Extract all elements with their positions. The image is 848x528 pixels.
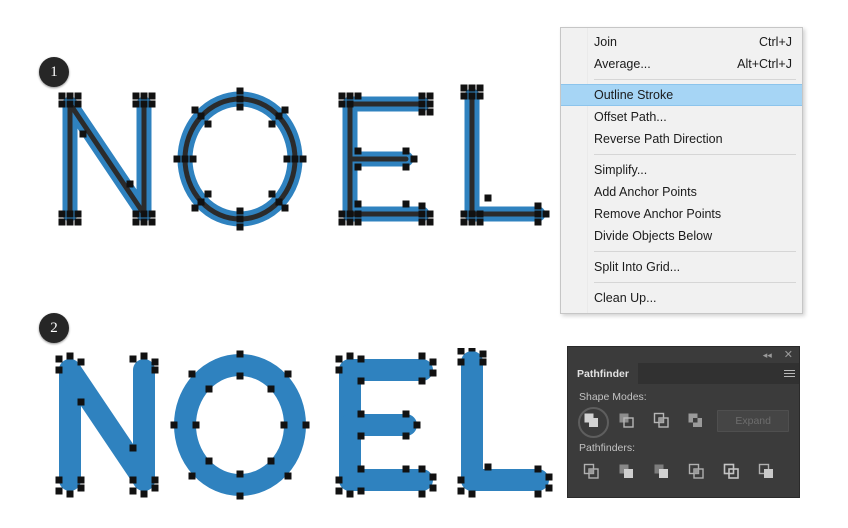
expand-button-label: Expand (735, 414, 771, 427)
pathfinders-row (578, 459, 789, 484)
outline-icon (723, 463, 739, 479)
menu-item-divide-objects-below[interactable]: Divide Objects Below (561, 225, 802, 247)
artwork-noel-stroked[interactable] (48, 82, 558, 242)
close-icon[interactable]: ✕ (784, 349, 793, 361)
menu-item-split-into-grid[interactable]: Split Into Grid... (561, 256, 802, 278)
menu-item-add-anchor-points-label: Add Anchor Points (594, 185, 697, 199)
menu-item-outline-stroke[interactable]: Outline Stroke (561, 84, 802, 106)
shape-mode-intersect-button[interactable] (647, 408, 675, 433)
pathfinder-crop-button[interactable] (683, 459, 710, 484)
hamburger-icon (783, 368, 795, 379)
menu-item-reverse-path-direction[interactable]: Reverse Path Direction (561, 128, 802, 150)
intersect-icon (653, 412, 669, 428)
crop-icon (688, 463, 704, 479)
shape-modes-row: Expand (577, 407, 789, 438)
tab-pathfinder[interactable]: Pathfinder (568, 363, 638, 384)
panel-body: Shape Modes: Expand Pathfinders: (568, 384, 799, 484)
letter-O-filled (170, 350, 310, 500)
menu-item-reverse-path-direction-label: Reverse Path Direction (594, 132, 723, 146)
shape-mode-unite-button[interactable] (577, 407, 609, 438)
menu-separator-1 (594, 79, 796, 80)
shape-mode-minus-front-button[interactable] (612, 408, 640, 433)
unite-icon (584, 413, 598, 427)
panel-options-menu-icon[interactable] (779, 363, 799, 384)
step-badge-2: 2 (39, 313, 69, 343)
menu-item-clean-up[interactable]: Clean Up... (561, 287, 802, 309)
menu-item-add-anchor-points[interactable]: Add Anchor Points (561, 181, 802, 203)
menu-separator-2 (594, 154, 796, 155)
pathfinder-panel[interactable]: ◂◂ ✕ Pathfinder Shape Modes: Expand Path… (567, 346, 800, 498)
path-context-menu[interactable]: Join Ctrl+J Average... Alt+Ctrl+J Outlin… (560, 27, 803, 314)
menu-separator-3 (594, 251, 796, 252)
menu-item-offset-path[interactable]: Offset Path... (561, 106, 802, 128)
menu-item-join[interactable]: Join Ctrl+J (561, 31, 802, 53)
collapse-icon[interactable]: ◂◂ (763, 350, 772, 360)
menu-item-offset-path-label: Offset Path... (594, 110, 667, 124)
pathfinders-label: Pathfinders: (579, 442, 636, 454)
pathfinder-trim-button[interactable] (613, 459, 640, 484)
minus-front-icon (619, 413, 634, 428)
menu-item-outline-stroke-label: Outline Stroke (594, 88, 674, 102)
trim-icon (619, 464, 633, 478)
tab-pathfinder-label: Pathfinder (577, 367, 629, 380)
step-badge-2-number: 2 (50, 319, 58, 336)
menu-item-join-accel: Ctrl+J (759, 35, 792, 49)
divide-icon (583, 463, 599, 479)
menu-item-remove-anchor-points[interactable]: Remove Anchor Points (561, 203, 802, 225)
panel-titlebar: ◂◂ ✕ (568, 347, 799, 363)
artwork-noel-filled[interactable] (48, 348, 558, 508)
letter-N-stroked (58, 92, 156, 226)
letter-L-stroked (460, 84, 550, 226)
menu-item-remove-anchor-points-label: Remove Anchor Points (594, 207, 722, 221)
panel-tabbar: Pathfinder (568, 363, 799, 384)
menu-separator-4 (594, 282, 796, 283)
menu-item-divide-objects-below-label: Divide Objects Below (594, 229, 713, 243)
shape-mode-exclude-button[interactable] (682, 408, 710, 433)
menu-item-average-accel: Alt+Ctrl+J (737, 57, 792, 71)
tabbar-filler (637, 363, 779, 384)
illustrator-artboard: 1 2 Join Ctrl+J Average... Alt+Ctrl+J Ou… (0, 0, 848, 528)
pathfinder-minus-back-button[interactable] (753, 459, 780, 484)
menu-item-simplify-label: Simplify... (594, 163, 648, 177)
merge-icon (654, 464, 668, 478)
expand-button[interactable]: Expand (717, 409, 789, 432)
minus-back-icon (758, 463, 773, 478)
menu-item-split-into-grid-label: Split Into Grid... (594, 260, 681, 274)
menu-item-clean-up-label: Clean Up... (594, 291, 657, 305)
menu-item-average-label: Average... (594, 57, 651, 71)
step-badge-1-number: 1 (50, 63, 58, 80)
exclude-icon (688, 413, 703, 427)
letter-E-filled (335, 352, 437, 498)
menu-item-simplify[interactable]: Simplify... (561, 159, 802, 181)
letter-O-stroked (173, 87, 307, 231)
letter-E-stroked (338, 92, 434, 226)
menu-item-join-label: Join (594, 35, 617, 49)
pathfinder-merge-button[interactable] (648, 459, 675, 484)
pathfinder-outline-button[interactable] (718, 459, 745, 484)
letter-N-filled (55, 352, 159, 498)
pathfinder-divide-button[interactable] (578, 459, 605, 484)
menu-item-average[interactable]: Average... Alt+Ctrl+J (561, 53, 802, 75)
shape-modes-label: Shape Modes: (579, 391, 647, 403)
letter-L-filled (457, 348, 553, 498)
